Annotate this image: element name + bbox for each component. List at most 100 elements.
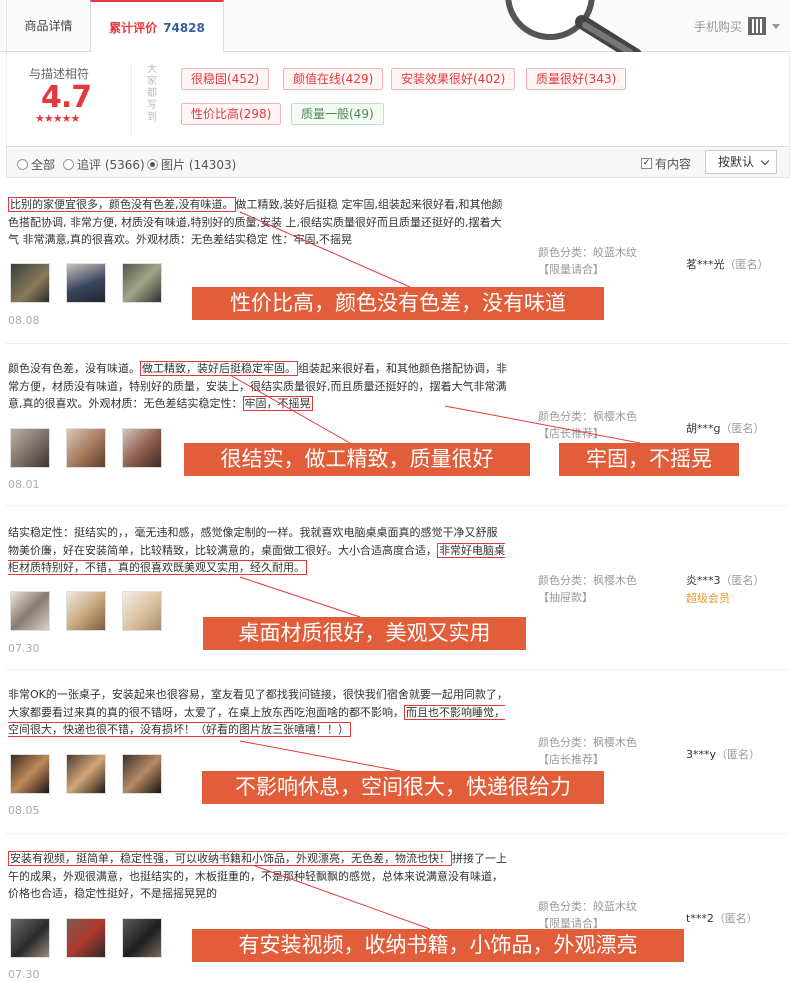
- review-photo[interactable]: [122, 591, 162, 631]
- review-photo[interactable]: [10, 918, 50, 958]
- reviewer-name: 3***y: [686, 748, 717, 761]
- sku-label: 颜色分类：: [538, 574, 593, 587]
- review-photo[interactable]: [66, 428, 106, 468]
- tab-product-detail[interactable]: 商品详情: [6, 0, 90, 52]
- sku-label: 颜色分类：: [538, 246, 593, 259]
- chevron-down-icon: [760, 156, 770, 166]
- has-content-checkbox[interactable]: ✓ 有内容: [641, 155, 691, 172]
- review-date: 08.08: [8, 314, 40, 327]
- reviewer-anon: （匿名）: [713, 912, 758, 925]
- annotation-banner: 桌面材质很好，美观又实用: [203, 617, 526, 650]
- filter-all-label: 全部: [31, 158, 56, 172]
- review-photo[interactable]: [10, 263, 50, 303]
- reviewer: 茗***光（匿名）: [686, 256, 769, 272]
- review-photo[interactable]: [66, 263, 106, 303]
- has-content-label: 有内容: [655, 157, 692, 171]
- review-sku: 颜色分类：皎蓝木纹【限量请合】: [538, 898, 658, 932]
- review-text-part: 颜色没有色差，没有味道。: [8, 362, 140, 375]
- sort-dropdown[interactable]: 按默认: [705, 150, 777, 174]
- reviewer: 3***y（匿名）: [686, 746, 760, 762]
- reviewer-anon: （匿名）: [716, 748, 761, 761]
- sku-label: 颜色分类：: [538, 900, 593, 913]
- review-text: 安装有视频，挺简单，稳定性强，可以收纳书籍和小饰品，外观漂亮，无色差，物流也快！…: [8, 850, 508, 903]
- checkbox-checked-icon: ✓: [641, 158, 652, 169]
- sku-label: 颜色分类：: [538, 410, 593, 423]
- review-item: 安装有视频，挺简单，稳定性强，可以收纳书籍和小饰品，外观漂亮，无色差，物流也快！…: [6, 834, 790, 982]
- review-item: 颜色没有色差，没有味道。 做工精致，装好后挺稳定牢固。 组装起来很好看，和其他颜色搭…: [6, 344, 790, 506]
- reviewer-name: 茗***光: [686, 258, 725, 271]
- annotation-banner: 牢固，不摇晃: [559, 443, 739, 476]
- review-date: 08.01: [8, 478, 40, 491]
- review-text: 颜色没有色差，没有味道。 做工精致，装好后挺稳定牢固。 组装起来很好看，和其他颜色搭…: [8, 360, 508, 413]
- tag-install-effect[interactable]: 安装效果很好(402): [391, 68, 516, 90]
- filter-images-label: 图片 (14303): [161, 158, 237, 172]
- review-photo[interactable]: [66, 591, 106, 631]
- annotation-banner: 有安装视频，收纳书籍，小饰品，外观漂亮: [192, 929, 684, 962]
- reviewer-anon: （匿名）: [724, 258, 769, 271]
- tag-value[interactable]: 性价比高(298): [181, 103, 282, 125]
- divider: [131, 64, 132, 136]
- tag-good-looks[interactable]: 颜值在线(429): [283, 68, 384, 90]
- review-photo[interactable]: [66, 754, 106, 794]
- review-date: 07.30: [8, 968, 40, 981]
- review-photo[interactable]: [10, 754, 50, 794]
- review-highlight: 做工精致，装好后挺稳定牢固。: [140, 361, 298, 376]
- rating-summary: 与描述相符 4.7 ★★★★★ 大家都写到 很稳固(452) 颜值在线(429)…: [6, 52, 790, 146]
- radio-icon: [63, 159, 74, 170]
- reviewer-anon: （匿名）: [720, 422, 765, 435]
- tab-reviews-label: 累计评价: [109, 21, 158, 35]
- review-text: 结实稳定性：挺结实的，，毫无违和感，感觉像定制的一样。我就喜欢电脑桌桌面真的感觉…: [8, 524, 508, 577]
- annotation-banner: 不影响休息，空间很大，快递很给力: [202, 771, 604, 804]
- filter-images[interactable]: 图片 (14303): [147, 156, 236, 173]
- review-sku: 颜色分类：枫樱木色【店长推荐】: [538, 408, 658, 442]
- tag-quality-average[interactable]: 质量一般(49): [291, 103, 384, 125]
- review-text-part: 结实稳定性：挺结实的，，毫无违和感，感觉像定制的一样。我就喜欢电脑桌桌面真的感觉…: [8, 526, 498, 557]
- tag-quality-good[interactable]: 质量很好(343): [526, 68, 627, 90]
- review-highlight: 比别的家便宜很多，颜色没有色差,没有味道。: [8, 197, 236, 212]
- review-photo[interactable]: [66, 918, 106, 958]
- review-photo[interactable]: [122, 754, 162, 794]
- review-date: 08.05: [8, 804, 40, 817]
- review-item: 非常OK的一张桌子，安装起来也很容易，室友看见了都找我问链接，很快我们宿舍就要一…: [6, 670, 790, 834]
- filter-append-label: 追评 (5366): [77, 158, 145, 172]
- super-member-badge: 超级会员: [686, 592, 730, 605]
- sort-label: 按默认: [718, 155, 755, 169]
- annotation-banner: 很结实，做工精致，质量很好: [184, 443, 530, 476]
- review-photo[interactable]: [10, 428, 50, 468]
- reviewer: t***2（匿名）: [686, 910, 758, 926]
- review-item: 比别的家便宜很多，颜色没有色差,没有味道。 做工精致,装好后挺稳 定牢固,组装起来…: [6, 178, 790, 344]
- reviewer: 胡***g（匿名）: [686, 420, 764, 436]
- sku-label: 颜色分类：: [538, 736, 593, 749]
- review-highlight: 安装有视频，挺简单，稳定性强，可以收纳书籍和小饰品，外观漂亮，无色差，物流也快！: [8, 851, 452, 866]
- review-sku: 颜色分类：枫樱木色【抽屉款】: [538, 572, 658, 606]
- review-sku: 颜色分类：枫樱木色【店长推荐】: [538, 734, 658, 768]
- filter-append[interactable]: 追评 (5366): [63, 156, 145, 173]
- mobile-buy-label: 手机购买: [693, 19, 742, 34]
- tags-heading: 大家都写到: [147, 64, 157, 123]
- review-photo[interactable]: [10, 591, 50, 631]
- tab-reviews[interactable]: 累计评价 74828: [90, 0, 224, 53]
- review-item: 结实稳定性：挺结实的，，毫无违和感，感觉像定制的一样。我就喜欢电脑桌桌面真的感觉…: [6, 506, 790, 670]
- annotation-banner: 性价比高，颜色没有色差，没有味道: [192, 287, 604, 320]
- reviewer-name: 胡***g: [686, 422, 721, 435]
- mobile-buy-button[interactable]: 手机购买: [694, 17, 780, 35]
- reviewer-name: t***2: [686, 912, 714, 925]
- star-rating: ★★★★★: [35, 112, 80, 125]
- tag-sturdy[interactable]: 很稳固(452): [181, 68, 270, 90]
- review-page: { "tabs": {"detail": "商品详情", "reviews": …: [0, 0, 790, 982]
- review-text: 非常OK的一张桌子，安装起来也很容易，室友看见了都找我问链接，很快我们宿舍就要一…: [8, 686, 508, 739]
- filter-bar: 全部 追评 (5366) 图片 (14303) ✓ 有内容 按默认: [6, 146, 790, 178]
- chevron-down-icon: [772, 23, 780, 29]
- review-date: 07.30: [8, 642, 40, 655]
- review-photo[interactable]: [122, 263, 162, 303]
- reviewer-name: 炎***3: [686, 574, 721, 587]
- review-photo[interactable]: [122, 918, 162, 958]
- review-photo[interactable]: [122, 428, 162, 468]
- reviewer-anon: （匿名）: [720, 574, 765, 587]
- radio-selected-icon: [147, 159, 158, 170]
- qr-code-icon: [748, 17, 766, 35]
- reviewer: 炎***3（匿名）: [686, 572, 765, 588]
- filter-all[interactable]: 全部: [17, 156, 55, 173]
- tab-reviews-count: 74828: [163, 21, 205, 35]
- tab-bar: 商品详情 累计评价 74828 手机购买: [0, 0, 790, 53]
